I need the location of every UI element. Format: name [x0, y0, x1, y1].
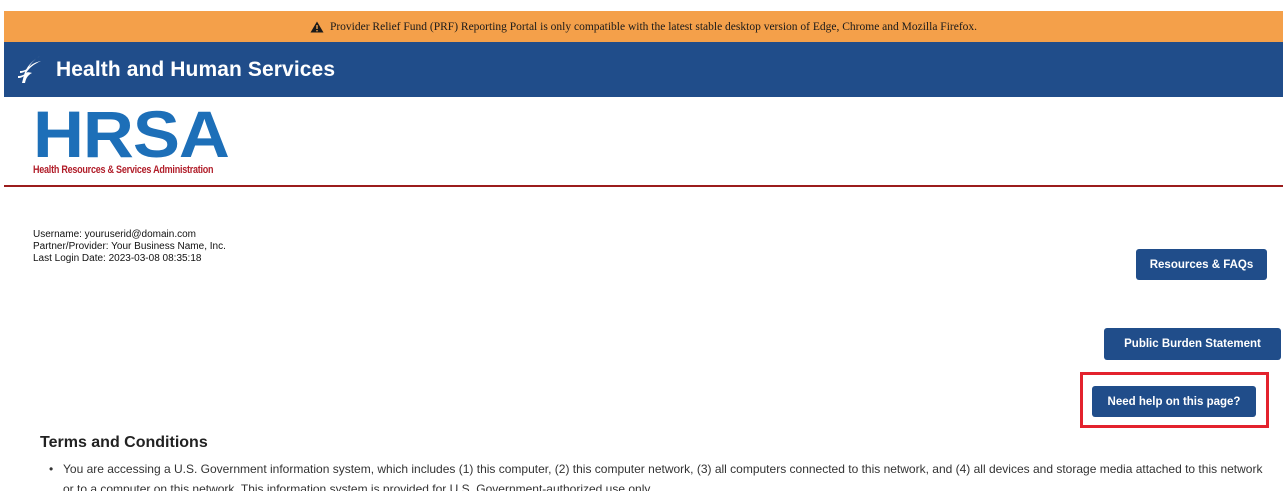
resources-faqs-button[interactable]: Resources & FAQs: [1136, 249, 1267, 280]
hhs-header: Health and Human Services: [4, 42, 1283, 97]
banner-text: Provider Relief Fund (PRF) Reporting Por…: [329, 20, 978, 33]
terms-list: You are accessing a U.S. Government info…: [49, 459, 1274, 491]
header-title: Health and Human Services: [56, 57, 336, 81]
public-burden-statement-button[interactable]: Public Burden Statement: [1104, 328, 1281, 360]
hrsa-wordmark: HRSA: [33, 97, 230, 171]
header-divider: [4, 185, 1283, 187]
need-help-button[interactable]: Need help on this page?: [1092, 386, 1256, 417]
terms-item: You are accessing a U.S. Government info…: [49, 459, 1274, 491]
last-login-line: Last Login Date: 2023-03-08 08:35:18: [33, 253, 202, 264]
terms-title: Terms and Conditions: [40, 434, 208, 451]
browser-compatibility-banner: Provider Relief Fund (PRF) Reporting Por…: [4, 11, 1283, 42]
hrsa-logo[interactable]: HRSA Health Resources & Services Adminis…: [33, 101, 253, 176]
hhs-eagle-icon: [14, 53, 48, 87]
partner-line: Partner/Provider: Your Business Name, In…: [33, 241, 226, 252]
username-line: Username: youruserid@domain.com: [33, 229, 196, 240]
warning-triangle-icon: [310, 21, 324, 33]
hrsa-subtitle: Health Resources & Services Administrati…: [33, 164, 214, 176]
user-info: Username: youruserid@domain.com Partner/…: [33, 229, 226, 265]
